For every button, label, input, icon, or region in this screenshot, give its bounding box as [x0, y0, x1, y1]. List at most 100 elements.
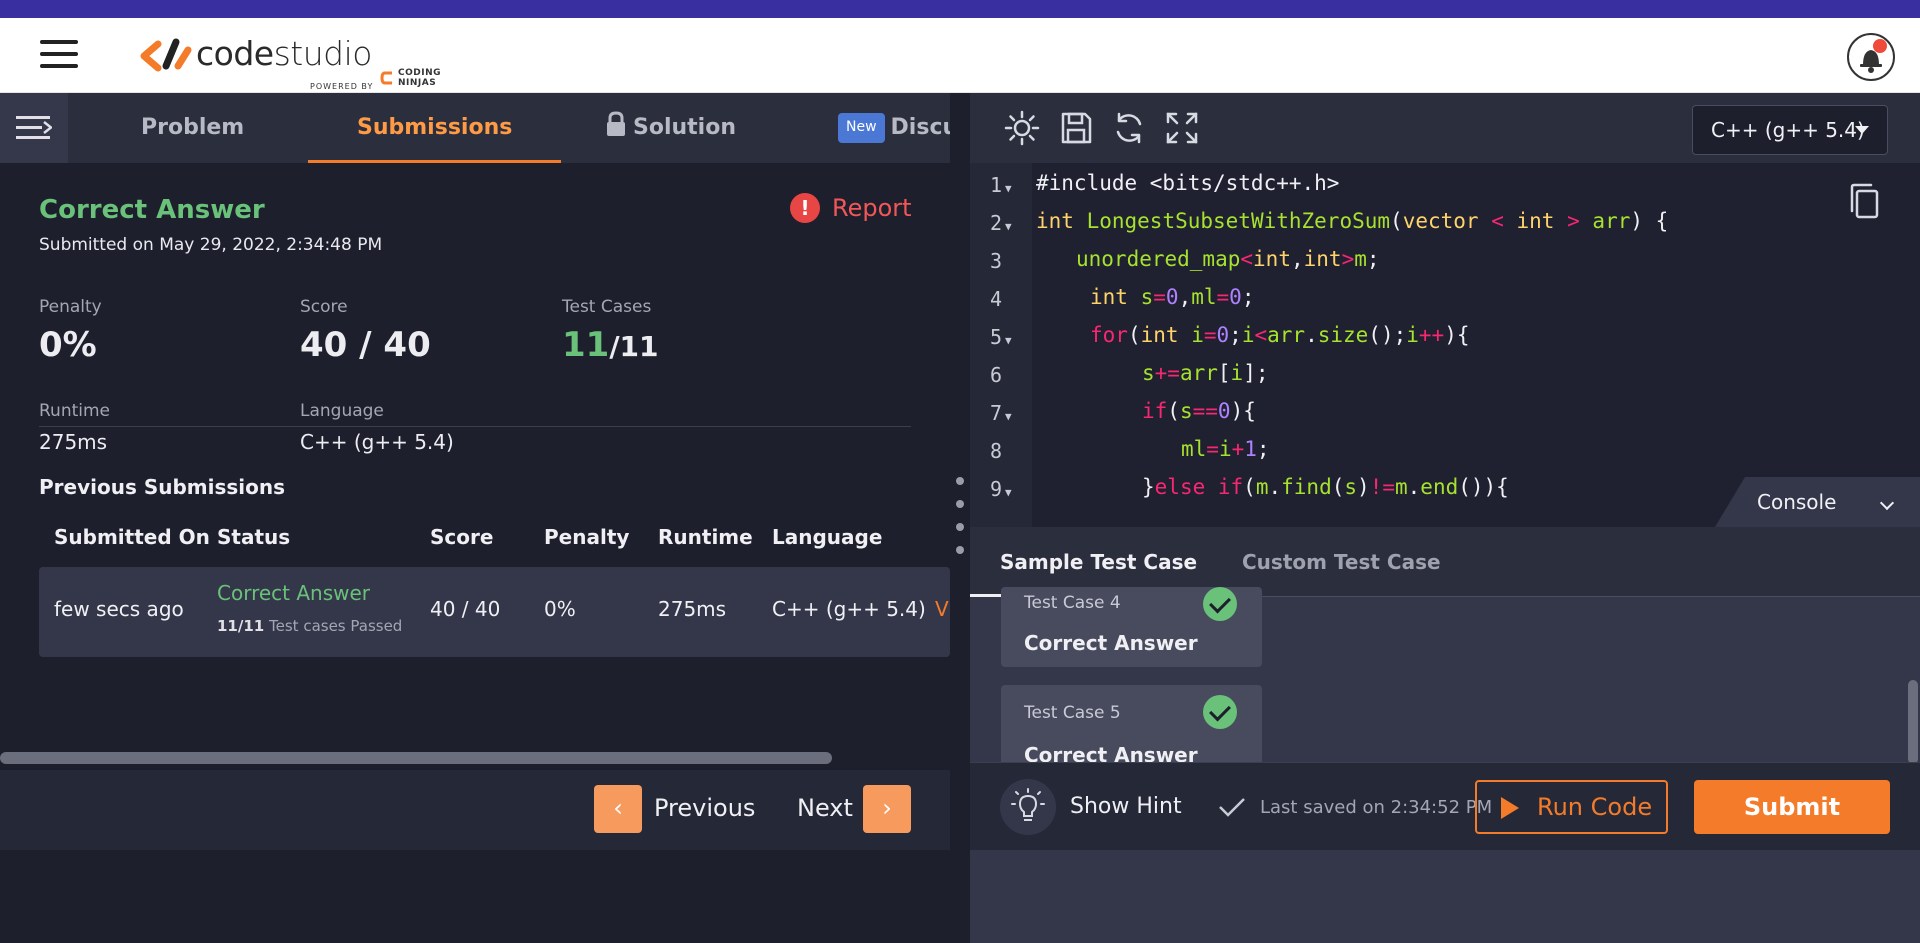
code-line-8: ml=i+1;	[1181, 437, 1270, 461]
notifications-avatar[interactable]	[1847, 33, 1895, 81]
row-runtime: 275ms	[658, 597, 727, 621]
row-view-link[interactable]: V	[935, 597, 949, 621]
collapse-panel-toggle[interactable]	[0, 93, 68, 163]
tab-solution-label: Solution	[633, 115, 736, 140]
powered-by-label: POWERED BY	[310, 82, 374, 91]
tab-discuss[interactable]: NewDiscu	[838, 93, 950, 163]
row-penalty: 0%	[544, 597, 576, 621]
fold-arrow-icon: ▼	[1005, 410, 1012, 423]
score-value: 40 / 40	[300, 325, 431, 365]
row-score: 40 / 40	[430, 597, 501, 621]
app-header: codestudio POWERED BY CODING NINJAS	[0, 18, 1920, 93]
alert-icon: !	[790, 193, 820, 223]
refresh-icon[interactable]	[1111, 110, 1147, 146]
fold-arrow-icon: ▼	[1005, 486, 1012, 499]
collapse-menu-icon	[16, 116, 52, 139]
show-hint-label[interactable]: Show Hint	[1070, 794, 1182, 819]
verdict-title: Correct Answer	[39, 195, 265, 225]
row-submitted-on: few secs ago	[54, 597, 184, 621]
row-passed-suffix: Test cases Passed	[269, 617, 403, 635]
tab-problem[interactable]: Problem	[141, 93, 244, 163]
editor-panel: C++ (g++ 5.4) 1 ▼ 2 ▼ 3 4 5 ▼ 6 7 ▼ 8 9 ▼ #in…	[970, 93, 1920, 943]
chevron-down-icon	[1855, 126, 1869, 134]
console-scrollbar[interactable]	[1908, 680, 1918, 764]
tab-discuss-label: Discu	[890, 115, 950, 140]
code-line-4: int s=0,ml=0;	[1090, 285, 1255, 309]
problem-tabs: Problem Submissions Solution NewDiscu	[0, 93, 950, 163]
show-hint-button[interactable]	[1000, 779, 1056, 835]
next-label[interactable]: Next	[797, 794, 853, 822]
splitter-grip-dot	[956, 546, 964, 554]
penalty-value: 0%	[39, 325, 97, 365]
notification-dot	[1873, 39, 1887, 53]
tab-submissions[interactable]: Submissions	[308, 93, 562, 163]
last-saved-status: Last saved on 2:34:52 PM	[1218, 796, 1492, 818]
test-case-title: Test Case 4	[1024, 593, 1121, 613]
splitter-grip-dot	[956, 477, 964, 485]
browser-top-strip	[0, 0, 1920, 18]
row-status: Correct Answer	[217, 581, 371, 605]
line-number: 2 ▼	[990, 211, 1012, 235]
tab-submissions-label: Submissions	[357, 115, 513, 140]
chevron-down-icon	[1879, 495, 1895, 511]
codestudio-logo[interactable]: codestudio POWERED BY CODING NINJAS	[140, 30, 460, 91]
panel-splitter[interactable]	[950, 93, 970, 943]
report-button[interactable]: ! Report	[790, 193, 912, 223]
section-divider	[39, 426, 911, 427]
testcases-total: /11	[609, 330, 659, 363]
language-select[interactable]: C++ (g++ 5.4)	[1692, 105, 1888, 155]
editor-toolbar: C++ (g++ 5.4)	[970, 93, 1920, 163]
fold-arrow-icon: ▼	[1005, 334, 1012, 347]
hamburger-icon[interactable]	[40, 40, 78, 70]
previous-label[interactable]: Previous	[654, 794, 755, 822]
save-icon[interactable]	[1058, 110, 1094, 146]
console-panel: Sample Test Case Custom Test Case Test C…	[970, 527, 1920, 943]
lock-icon	[607, 111, 625, 136]
splitter-grip-dot	[956, 500, 964, 508]
line-number: 6	[990, 363, 1003, 387]
console-label: Console	[1757, 490, 1837, 514]
console-toggle[interactable]: Console	[1715, 477, 1920, 527]
line-number: 9 ▼	[990, 477, 1012, 501]
run-code-button[interactable]: Run Code	[1475, 780, 1668, 834]
row-passed: 11/11 Test cases Passed	[217, 617, 402, 635]
runtime-label: Runtime	[39, 401, 111, 421]
expand-icon[interactable]	[1164, 110, 1200, 146]
submit-button[interactable]: Submit	[1694, 780, 1890, 834]
line-number: 1 ▼	[990, 173, 1012, 197]
code-line-1: #include <bits/stdc++.h>	[1036, 171, 1340, 195]
check-icon	[1219, 798, 1245, 817]
coding-ninjas-wordmark: CODING NINJAS	[398, 68, 441, 88]
test-case-card[interactable]: Test Case 4 Correct Answer	[1001, 587, 1262, 667]
test-case-result: Correct Answer	[1024, 631, 1198, 655]
test-case-title: Test Case 5	[1024, 703, 1121, 723]
table-row[interactable]: few secs ago Correct Answer 11/11 Test c…	[39, 567, 950, 657]
language-select-value: C++ (g++ 5.4)	[1711, 118, 1865, 142]
next-button[interactable]: ›	[863, 785, 911, 833]
row-passed-count: 11/11	[217, 617, 265, 635]
submitted-on: Submitted on May 29, 2022, 2:34:48 PM	[39, 235, 383, 255]
previous-button[interactable]: ‹	[594, 785, 642, 833]
line-number: 7 ▼	[990, 401, 1012, 425]
code-editor[interactable]: 1 ▼ 2 ▼ 3 4 5 ▼ 6 7 ▼ 8 9 ▼ #include <bits/st…	[970, 163, 1920, 527]
code-line-5: for(int i=0;i<arr.size();i++){	[1090, 323, 1470, 347]
sun-icon[interactable]	[1004, 110, 1040, 146]
previous-submissions-title: Previous Submissions	[39, 475, 286, 499]
codestudio-mark-icon	[140, 38, 192, 72]
horizontal-scrollbar[interactable]	[0, 752, 832, 764]
copy-icon[interactable]	[1848, 183, 1882, 221]
tab-solution[interactable]: Solution	[605, 93, 736, 163]
col-score: Score	[430, 525, 494, 549]
line-number: 5 ▼	[990, 325, 1012, 349]
line-gutter: 1 ▼ 2 ▼ 3 4 5 ▼ 6 7 ▼ 8 9 ▼	[970, 163, 1032, 527]
code-line-6: s+=arr[i];	[1142, 361, 1269, 385]
lightbulb-icon	[1011, 788, 1045, 821]
logo-wordmark: codestudio	[196, 34, 372, 73]
code-line-7: if(s==0){	[1142, 399, 1256, 423]
row-language: C++ (g++ 5.4)	[772, 597, 926, 621]
splitter-grip-dot	[956, 523, 964, 531]
bell-icon	[1860, 50, 1882, 73]
testcases-passed: 11	[562, 325, 610, 365]
run-code-label: Run Code	[1537, 793, 1653, 821]
report-label: Report	[832, 194, 912, 222]
